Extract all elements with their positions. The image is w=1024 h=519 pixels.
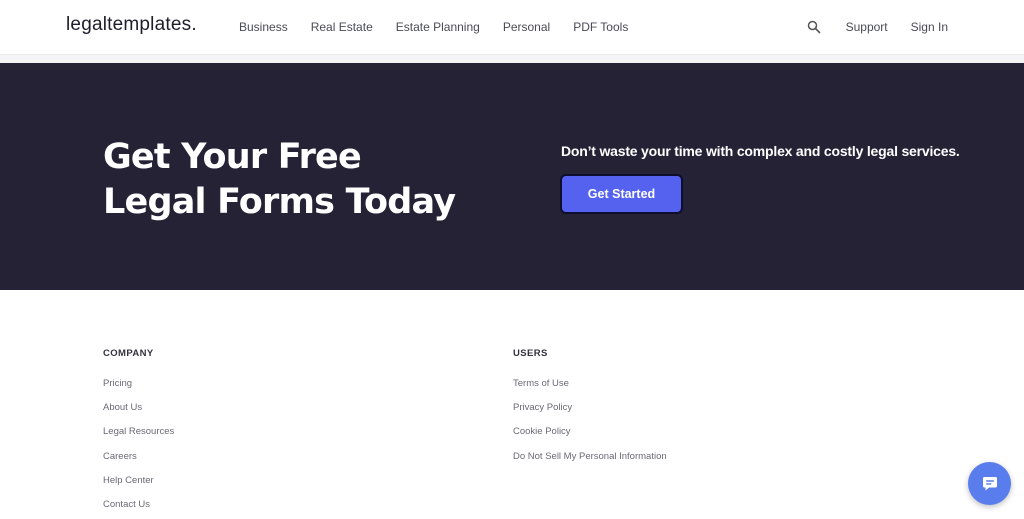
footer-link-careers[interactable]: Careers <box>103 445 174 469</box>
account-nav: Support Sign In <box>807 20 948 34</box>
chat-button[interactable] <box>968 462 1011 505</box>
site-header: legaltemplates. Business Real Estate Est… <box>0 0 1024 55</box>
hero-banner: Get Your Free Legal Forms Today Don’t wa… <box>0 63 1024 290</box>
nav-pdf-tools[interactable]: PDF Tools <box>573 20 628 34</box>
nav-personal[interactable]: Personal <box>503 20 550 34</box>
header-divider <box>0 55 1024 63</box>
nav-business[interactable]: Business <box>239 20 288 34</box>
footer-link-cookie-policy[interactable]: Cookie Policy <box>513 420 667 444</box>
footer-link-about-us[interactable]: About Us <box>103 396 174 420</box>
footer-link-contact-us[interactable]: Contact Us <box>103 493 174 517</box>
support-link[interactable]: Support <box>846 20 888 34</box>
footer-users-heading: USERS <box>513 348 548 359</box>
footer-link-help-center[interactable]: Help Center <box>103 469 174 493</box>
footer-link-legal-resources[interactable]: Legal Resources <box>103 420 174 444</box>
footer-users-column: USERS Terms of Use Privacy Policy Cookie… <box>513 348 667 469</box>
sign-in-link[interactable]: Sign In <box>911 20 948 34</box>
footer-link-pricing[interactable]: Pricing <box>103 372 174 396</box>
chat-icon <box>982 476 997 490</box>
search-icon[interactable] <box>807 20 821 34</box>
footer-company-column: COMPANY Pricing About Us Legal Resources… <box>103 348 174 517</box>
main-nav: Business Real Estate Estate Planning Per… <box>239 20 628 34</box>
footer-link-do-not-sell[interactable]: Do Not Sell My Personal Information <box>513 445 667 469</box>
footer-company-heading: COMPANY <box>103 348 154 359</box>
site-logo[interactable]: legaltemplates. <box>66 14 197 36</box>
nav-estate-planning[interactable]: Estate Planning <box>396 20 480 34</box>
footer-link-terms-of-use[interactable]: Terms of Use <box>513 372 667 396</box>
get-started-button[interactable]: Get Started <box>560 174 683 214</box>
nav-real-estate[interactable]: Real Estate <box>311 20 373 34</box>
hero-subtitle: Don’t waste your time with complex and c… <box>561 143 960 159</box>
hero-title: Get Your Free Legal Forms Today <box>103 137 456 222</box>
footer-link-privacy-policy[interactable]: Privacy Policy <box>513 396 667 420</box>
